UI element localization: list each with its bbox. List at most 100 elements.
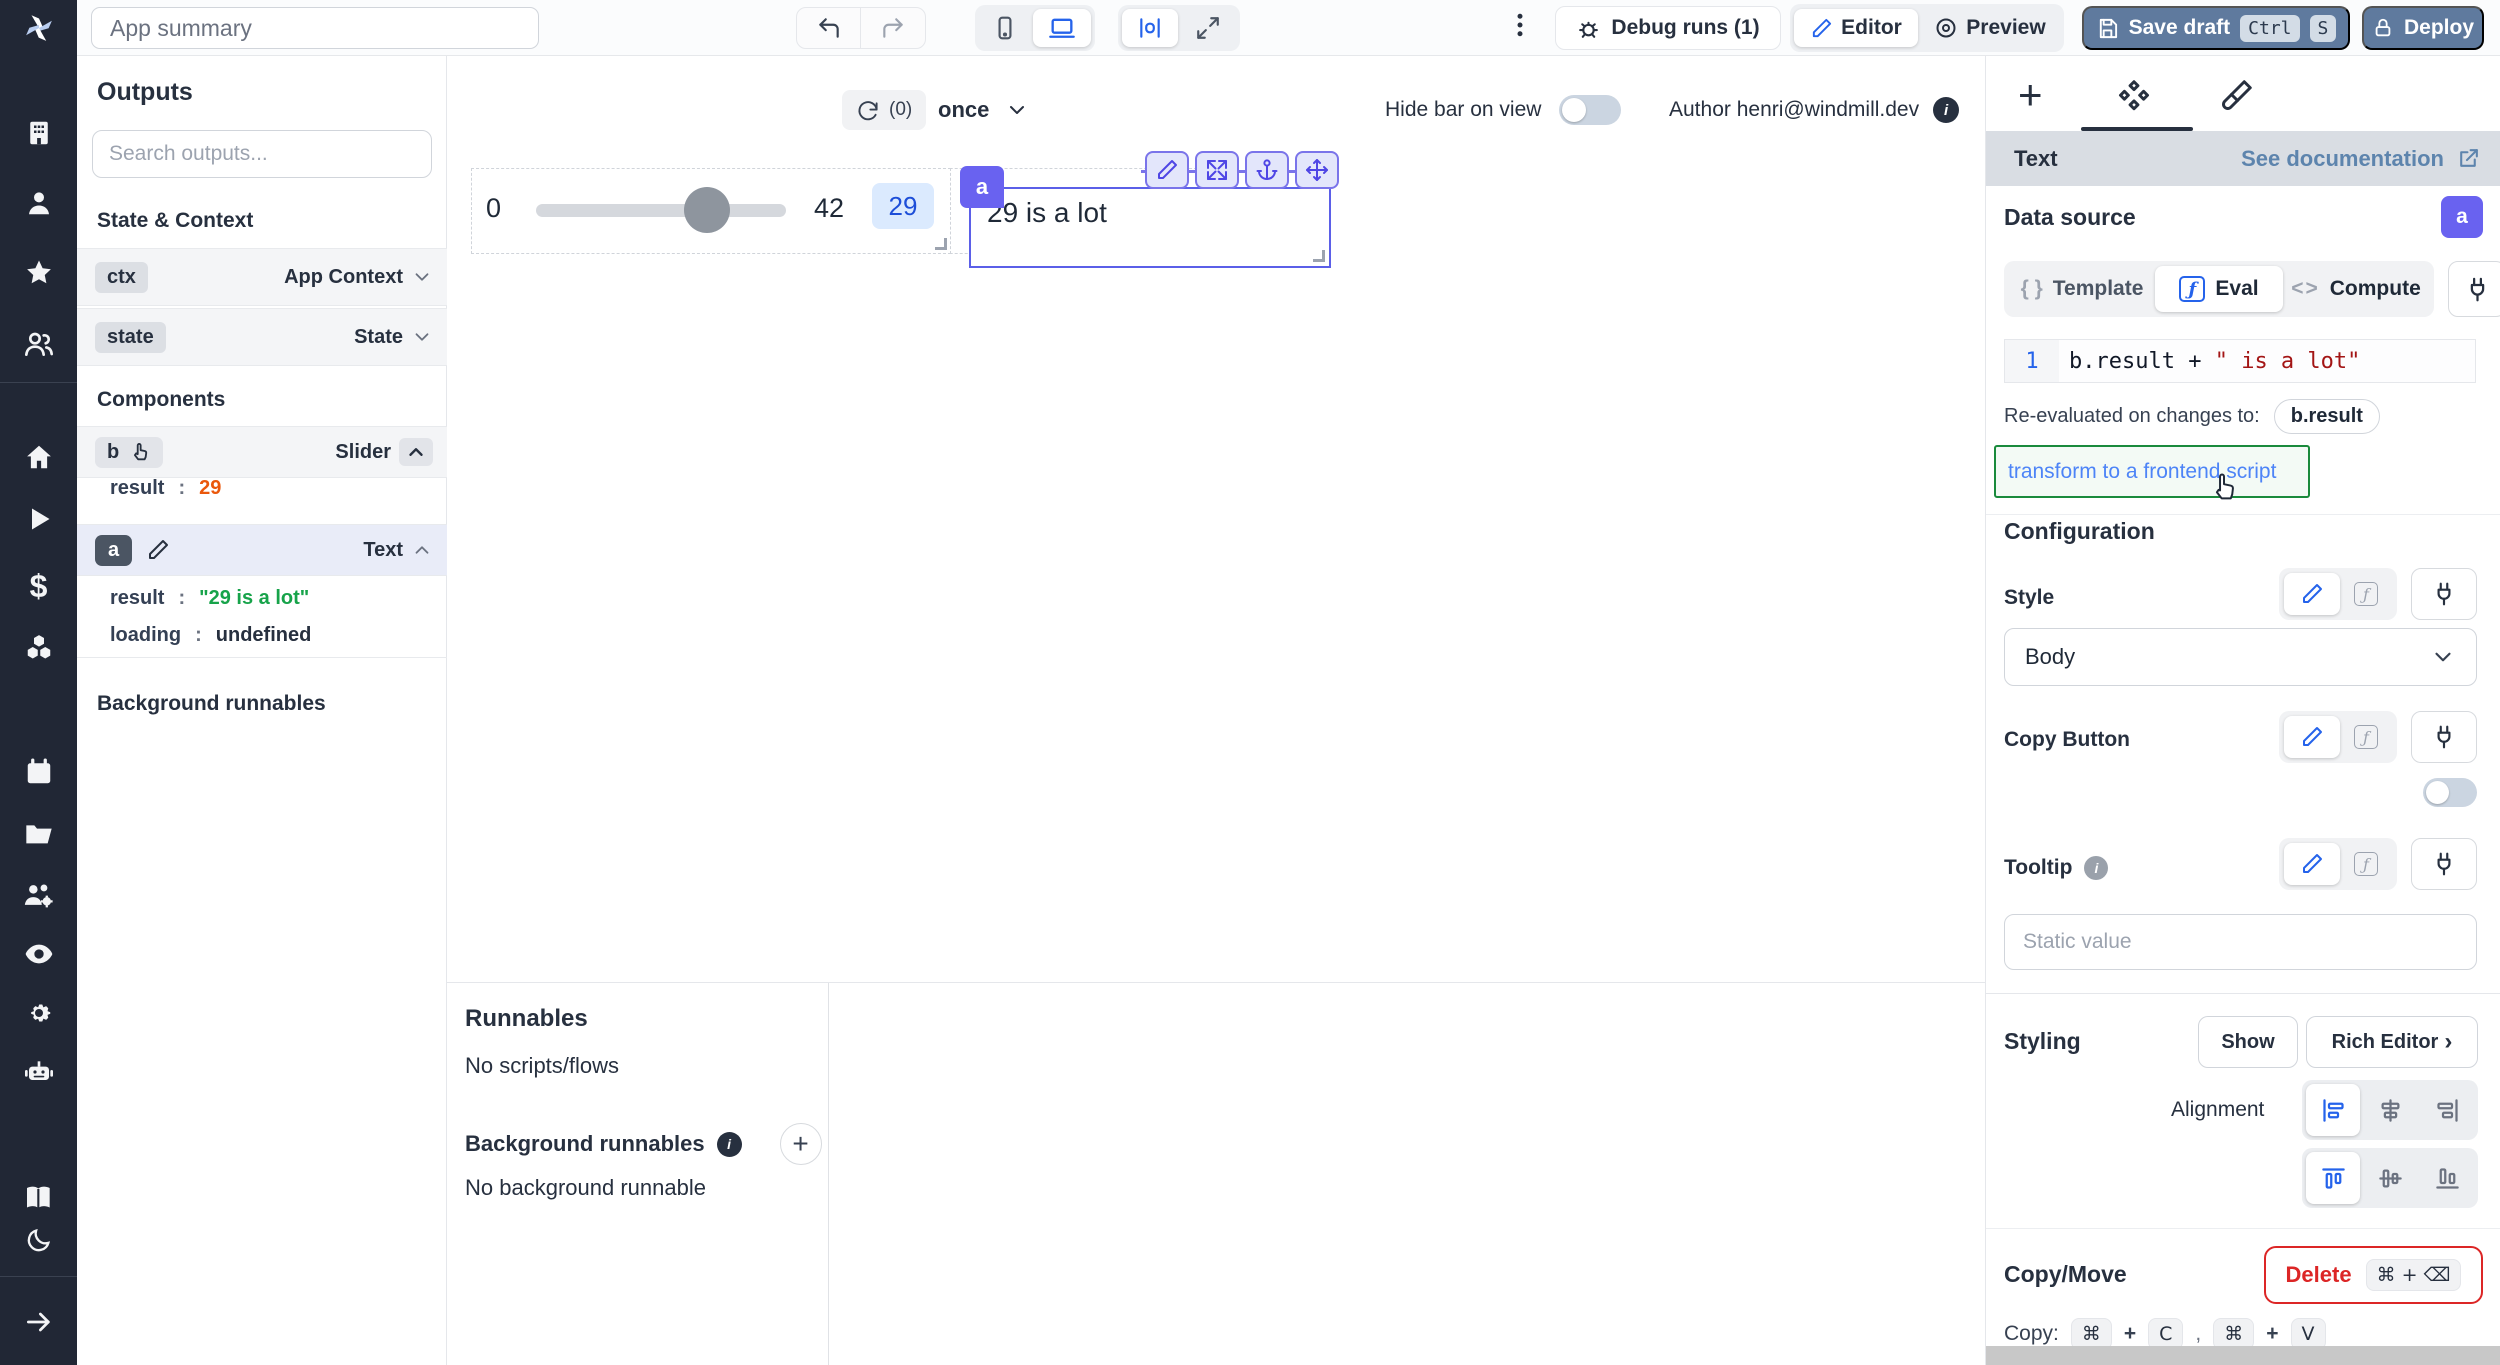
editor-label: Editor — [1841, 16, 1902, 40]
dark-mode-moon-icon[interactable] — [25, 1226, 53, 1254]
workspace-icon[interactable] — [24, 118, 54, 148]
center-canvas-button[interactable] — [1122, 9, 1178, 47]
delete-component-button[interactable]: Delete ⌘ + ⌫ — [2264, 1246, 2483, 1304]
tab-compute[interactable]: <> Compute — [2283, 277, 2429, 301]
debug-runs-button[interactable]: Debug runs (1) — [1555, 6, 1781, 50]
add-background-runnable-button[interactable]: + — [780, 1123, 822, 1165]
resize-handle[interactable] — [1313, 250, 1325, 262]
reeval-dependency-pill[interactable]: b.result — [2274, 399, 2380, 434]
home-icon[interactable] — [24, 442, 54, 472]
transform-to-frontend-script-button[interactable]: transform to a frontend script — [1994, 445, 2310, 498]
schedules-icon[interactable] — [24, 757, 54, 787]
slider-result-value: 29 — [199, 477, 221, 500]
background-runnables-title: Background runnables — [97, 692, 326, 716]
chevron-down-icon[interactable] — [411, 266, 433, 288]
folders-icon[interactable] — [23, 818, 55, 850]
refresh-count-button[interactable]: (0) — [842, 90, 926, 130]
info-icon[interactable]: i — [1933, 97, 1959, 123]
align-center-h-button[interactable] — [2363, 1084, 2417, 1136]
ai-robot-icon[interactable] — [23, 1056, 55, 1088]
eval-mode-button[interactable]: ƒ — [2344, 573, 2388, 615]
undo-button[interactable] — [797, 8, 861, 48]
groups-icon[interactable] — [23, 328, 55, 360]
text-component[interactable]: 29 is a lot — [969, 187, 1331, 268]
info-icon[interactable]: i — [2084, 856, 2108, 880]
eval-code-editor[interactable]: 1 b.result + " is a lot" — [2004, 339, 2476, 383]
resources-icon[interactable] — [24, 632, 54, 662]
align-center-v-button[interactable] — [2363, 1152, 2417, 1204]
info-icon[interactable]: i — [717, 1132, 742, 1157]
slider-component[interactable]: 0 42 29 — [471, 168, 951, 254]
run-mode-select[interactable]: once — [938, 90, 1029, 130]
deploy-label: Deploy — [2404, 16, 2474, 40]
docs-book-icon[interactable] — [23, 1182, 55, 1214]
eval-mode-button[interactable]: ƒ — [2344, 843, 2388, 885]
search-outputs-input[interactable] — [92, 130, 432, 178]
deploy-button[interactable]: Deploy — [2362, 6, 2484, 50]
tooltip-input-wrap — [2004, 914, 2477, 970]
app-summary-input[interactable] — [91, 7, 539, 49]
connect-plug-button[interactable] — [2411, 568, 2477, 620]
align-top-button[interactable] — [2306, 1152, 2360, 1204]
styling-tab[interactable] — [2218, 78, 2254, 114]
mobile-view-button[interactable] — [979, 9, 1031, 47]
connect-plug-button[interactable] — [2448, 261, 2500, 317]
static-mode-button[interactable] — [2284, 573, 2340, 615]
rich-editor-button[interactable]: Rich Editor › — [2306, 1016, 2478, 1068]
eval-mode-button[interactable]: ƒ — [2344, 716, 2388, 758]
fullscreen-canvas-button[interactable] — [1180, 9, 1236, 47]
component-row-text[interactable]: a Text — [77, 524, 447, 576]
tooltip-input[interactable] — [2004, 914, 2477, 970]
chevron-down-icon[interactable] — [411, 326, 433, 348]
add-component-tab[interactable]: + — [2018, 74, 2043, 116]
slider-track[interactable] — [536, 204, 786, 217]
runs-icon[interactable] — [25, 505, 53, 533]
tab-eval[interactable]: ƒ Eval — [2155, 266, 2283, 312]
move-component-button[interactable] — [1295, 151, 1339, 189]
align-left-button[interactable] — [2306, 1084, 2360, 1136]
scroll-strip[interactable] — [1986, 1346, 2500, 1365]
anchor-component-button[interactable] — [1245, 151, 1289, 189]
connect-plug-button[interactable] — [2411, 711, 2477, 763]
app-canvas[interactable]: (0) once Hide bar on view Author henri@w… — [447, 56, 1985, 982]
hide-bar-toggle[interactable] — [1559, 95, 1621, 125]
output-row-state[interactable]: state State — [77, 308, 447, 366]
resize-handle[interactable] — [935, 238, 947, 250]
outputs-title: Outputs — [97, 78, 193, 107]
workers-icon[interactable] — [22, 878, 56, 912]
align-bottom-button[interactable] — [2420, 1152, 2474, 1204]
kebab-menu-icon[interactable] — [1505, 10, 1535, 40]
static-mode-button[interactable] — [2284, 843, 2340, 885]
slider-handle[interactable] — [684, 187, 730, 233]
expand-component-button[interactable] — [1195, 151, 1239, 189]
text-result-value: "29 is a lot" — [199, 587, 309, 610]
collapse-chevron-up[interactable] — [399, 438, 433, 466]
tab-editor[interactable]: Editor — [1794, 9, 1918, 47]
alignment-label: Alignment — [2171, 1098, 2264, 1122]
user-icon[interactable] — [24, 188, 54, 218]
collapse-chevron-up[interactable] — [411, 539, 433, 561]
hide-bar-label: Hide bar on view — [1385, 98, 1541, 122]
copy-move-title: Copy/Move — [2004, 1261, 2127, 1288]
style-select[interactable]: Body — [2004, 628, 2477, 686]
copy-button-toggle[interactable] — [2423, 778, 2477, 807]
see-documentation-link[interactable]: See documentation — [2241, 146, 2481, 172]
tab-preview[interactable]: Preview — [1920, 9, 2060, 47]
desktop-view-button[interactable] — [1033, 9, 1091, 47]
component-settings-tab[interactable] — [2116, 78, 2152, 114]
align-right-button[interactable] — [2420, 1084, 2474, 1136]
settings-gear-icon[interactable] — [24, 998, 54, 1028]
star-icon[interactable] — [24, 258, 54, 288]
static-mode-button[interactable] — [2284, 716, 2340, 758]
tab-template[interactable]: { } Template — [2009, 277, 2155, 301]
redo-button[interactable] — [861, 8, 925, 48]
windmill-logo[interactable] — [21, 10, 57, 46]
save-draft-button[interactable]: Save draft Ctrl S — [2082, 6, 2350, 50]
output-row-ctx[interactable]: ctx App Context — [77, 248, 447, 306]
variables-icon[interactable]: $ — [30, 568, 48, 605]
edit-component-button[interactable] — [1145, 151, 1189, 189]
connect-plug-button[interactable] — [2411, 838, 2477, 890]
audit-eye-icon[interactable] — [23, 938, 55, 970]
collapse-arrow-icon[interactable] — [23, 1306, 55, 1338]
show-styling-button[interactable]: Show — [2198, 1016, 2298, 1068]
